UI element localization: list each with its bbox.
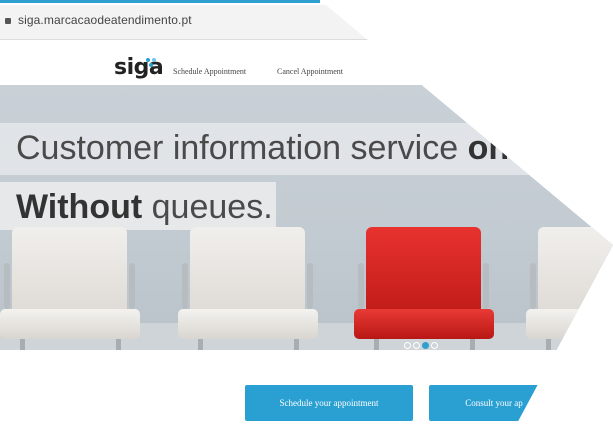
carousel-dot-active[interactable] (422, 342, 429, 349)
carousel-dot[interactable] (404, 342, 411, 349)
carousel-dot[interactable] (431, 342, 438, 349)
lock-icon (5, 18, 11, 24)
browser-accent-line (0, 0, 320, 3)
hero-headline-line1: Customer information service on th (16, 129, 551, 168)
browser-screenshot: siga.marcacaodeatendimento.pt siga Sched… (0, 0, 613, 427)
address-bar[interactable]: siga.marcacaodeatendimento.pt (0, 5, 613, 40)
consult-appointment-button[interactable]: Consult your ap (429, 385, 559, 421)
site-navbar: siga Schedule Appointment Cancel Appoint… (0, 55, 613, 85)
url-text[interactable]: siga.marcacaodeatendimento.pt (18, 13, 192, 27)
headline-regular: Customer information service (16, 129, 468, 167)
schedule-appointment-button[interactable]: Schedule your appointment (245, 385, 413, 421)
hero-banner: Customer information service on th Witho… (0, 85, 613, 350)
hero-headline-line2: Without queues. (16, 188, 273, 227)
carousel-dot[interactable] (413, 342, 420, 349)
logo-dots-icon (146, 58, 160, 70)
carousel-indicators (404, 336, 440, 349)
nav-cancel-appointment[interactable]: Cancel Appointment (277, 67, 343, 76)
subheadline-regular: queues. (142, 188, 273, 226)
headline-bold: on th (467, 129, 551, 167)
nav-schedule-appointment[interactable]: Schedule Appointment (173, 67, 246, 76)
subheadline-bold: Without (16, 188, 143, 226)
